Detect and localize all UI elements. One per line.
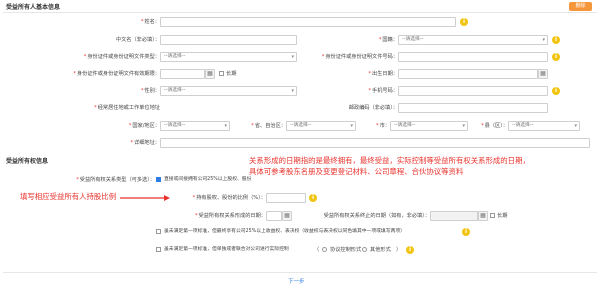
id-number-input[interactable] <box>398 52 548 62</box>
birthday-input[interactable] <box>398 69 538 79</box>
name-input[interactable] <box>160 17 456 27</box>
footer-divider <box>3 272 597 273</box>
id-valid-input[interactable] <box>160 69 205 79</box>
gender-label: *性别： <box>140 88 160 94</box>
phone-label: *手机号码： <box>368 88 398 94</box>
long-term-checkbox[interactable] <box>219 71 224 76</box>
end-long-term-label: 长期 <box>497 213 508 219</box>
nationality-label: *国籍： <box>378 37 398 43</box>
type-label: *受益所有权关系类型（可多选）： <box>76 177 155 183</box>
option-control-checkbox[interactable] <box>156 247 161 252</box>
id-valid-label: *身份证件或身份证明文件有效期限： <box>73 71 160 77</box>
phone-input[interactable] <box>398 86 548 96</box>
next-step-link[interactable]: 下一步 <box>288 277 305 285</box>
calendar-icon[interactable]: ▦ <box>478 211 488 221</box>
end-long-term-checkbox[interactable] <box>490 213 495 218</box>
section-title-ownership: 受益所有权信息 <box>6 158 49 165</box>
radio-other-label: 其他形式 <box>370 247 391 253</box>
radio-agreement-label: 协议控制形式 <box>330 247 362 253</box>
info-icon[interactable]: i <box>462 228 470 236</box>
form-date-label: *受益所有权关系形成的日期： <box>194 213 266 219</box>
annotation-date-line1: 关系形成的日期指的是最终拥有，最终受益，实际控制等受益所有权关系形成的日期， <box>249 156 530 165</box>
option-control-label: 虽未满足第一项标准，但单独或者联合对公司进行实际控制 <box>164 247 289 252</box>
county-select[interactable]: --请选择-- <box>508 121 580 131</box>
province-select[interactable]: --请选择-- <box>286 121 356 131</box>
annotation-date-line2: 具体可参考股东名册及变更登记材料、公司章程、合伙协议等资料 <box>249 167 464 176</box>
section-title-basic: 受益所有人基本信息 <box>6 4 61 11</box>
paren-open: （ <box>314 247 320 253</box>
id-type-select[interactable]: --请选择-- <box>160 52 297 62</box>
detail-input[interactable] <box>160 138 590 148</box>
option-income-label: 虽未满足第一项标准，但最终享有公司25%以上收益权、表决权（收益权与表决权以同色… <box>164 229 405 234</box>
info-icon[interactable]: i <box>552 36 560 44</box>
calendar-icon[interactable]: ▦ <box>538 69 548 79</box>
province-label: *省、自治区： <box>251 123 286 129</box>
postcode-input[interactable] <box>398 103 548 113</box>
option-equity-label: 直接或间接拥有公司25%以上股权、股份 <box>164 177 252 182</box>
county-label: *县（区）： <box>481 123 508 129</box>
cn-name-label: 中文名（非必填）： <box>115 37 160 43</box>
paren-close: ） <box>396 247 402 253</box>
birthday-label: *出生日期： <box>368 71 398 77</box>
option-income-checkbox[interactable] <box>156 229 161 234</box>
info-icon[interactable]: i <box>406 246 414 254</box>
info-icon[interactable]: i <box>460 18 468 26</box>
radio-other[interactable] <box>362 247 367 252</box>
cn-name-input[interactable] <box>160 35 297 45</box>
divider <box>3 12 597 13</box>
end-date-input[interactable] <box>430 211 478 221</box>
radio-agreement[interactable] <box>322 247 327 252</box>
calendar-icon[interactable]: ▦ <box>205 69 215 79</box>
info-icon[interactable]: i <box>552 53 560 61</box>
gender-select[interactable]: --请选择-- <box>160 86 297 96</box>
id-type-label: *身份证件或身份证明文件类型： <box>83 54 160 60</box>
nationality-select[interactable]: --请选择-- <box>398 35 548 45</box>
ratio-label: *持有股权、股份的比例（%）： <box>192 195 266 201</box>
form-date-input[interactable] <box>266 211 282 221</box>
calendar-icon[interactable]: ▦ <box>282 211 292 221</box>
postcode-label: 邮政编码（非必填）： <box>348 105 398 111</box>
long-term-label: 长期 <box>226 71 237 77</box>
address-label: *经常居住地或工作单位地址 <box>94 105 160 111</box>
info-icon[interactable]: i <box>309 194 317 202</box>
option-equity-checkbox[interactable] <box>156 177 161 182</box>
id-number-label: *身份证件或身份证明文件号码： <box>321 54 398 60</box>
country-label: *国家/地区： <box>128 123 160 129</box>
info-icon[interactable]: i <box>552 87 560 95</box>
name-label: *姓名： <box>140 19 160 25</box>
detail-label: *详细地址： <box>130 140 160 146</box>
delete-button[interactable]: 删除 <box>569 2 592 11</box>
city-label: *市： <box>376 123 390 129</box>
country-select[interactable]: --请选择-- <box>160 121 230 131</box>
city-select[interactable]: --请选择-- <box>390 121 468 131</box>
annotation-ratio: 填写相应受益所有人持股比例 <box>20 192 117 201</box>
ratio-input[interactable] <box>266 193 306 203</box>
end-date-label: 受益所有权关系终止的日期（如有，非必填）： <box>323 213 430 219</box>
